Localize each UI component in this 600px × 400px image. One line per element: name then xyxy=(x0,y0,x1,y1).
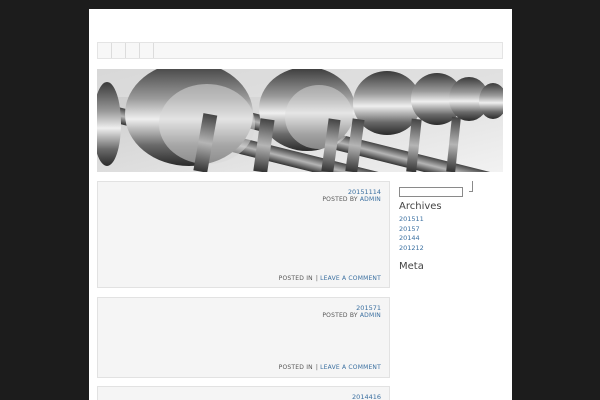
nav-item-2[interactable] xyxy=(112,43,126,58)
nav-item-1[interactable] xyxy=(98,43,112,58)
sidebar: Archives 201511 20157 20144 201212 Meta xyxy=(399,181,503,275)
meta-title: Meta xyxy=(399,261,424,273)
separator: | xyxy=(315,364,319,371)
header-banner-image xyxy=(97,69,503,172)
dumbbells-image xyxy=(97,69,503,172)
archive-link[interactable]: 201212 xyxy=(399,244,424,252)
post-2: 201571 POSTED BY ADMIN POSTED IN | LEAVE A… xyxy=(97,297,390,378)
post-date[interactable]: 2014416 xyxy=(352,393,381,400)
posted-by-label: POSTED BY xyxy=(322,196,358,203)
author-link[interactable]: ADMIN xyxy=(360,312,381,319)
leave-comment-link[interactable]: LEAVE A COMMENT xyxy=(320,275,381,282)
nav-item-4[interactable] xyxy=(140,43,154,58)
post-date[interactable]: 20151114 xyxy=(348,188,381,196)
posted-by-label: POSTED BY xyxy=(322,312,358,319)
post-footer: POSTED IN | LEAVE A COMMENT xyxy=(279,275,381,282)
search-button[interactable] xyxy=(469,181,473,192)
separator: | xyxy=(315,275,319,282)
archive-link[interactable]: 20144 xyxy=(399,234,420,242)
archive-link[interactable]: 20157 xyxy=(399,225,420,233)
post-byline: POSTED BY ADMIN xyxy=(322,196,381,203)
main-nav xyxy=(97,42,503,59)
posted-in-label: POSTED IN xyxy=(278,275,313,282)
archive-item: 201212 xyxy=(399,244,503,254)
archives-title: Archives xyxy=(399,201,442,212)
post-date[interactable]: 201571 xyxy=(356,304,381,312)
search-input[interactable] xyxy=(399,186,463,197)
post-1: 20151114 POSTED BY ADMIN POSTED IN | LEAVE… xyxy=(97,181,390,288)
search-form xyxy=(399,181,503,197)
archive-item: 201511 xyxy=(399,215,503,225)
leave-comment-link[interactable]: LEAVE A COMMENT xyxy=(320,364,381,371)
nav-item-3[interactable] xyxy=(126,43,140,58)
archive-link[interactable]: 201511 xyxy=(399,215,424,223)
post-3: 2014416 xyxy=(97,386,390,400)
post-footer: POSTED IN | LEAVE A COMMENT xyxy=(279,364,381,371)
posted-in-label: POSTED IN xyxy=(278,364,313,371)
archive-item: 20144 xyxy=(399,234,503,244)
page-container: 20151114 POSTED BY ADMIN POSTED IN | LEAVE… xyxy=(89,9,512,400)
archive-item: 20157 xyxy=(399,225,503,235)
post-byline: POSTED BY ADMIN xyxy=(322,312,381,319)
archives-list: 201511 20157 20144 201212 xyxy=(399,215,503,253)
author-link[interactable]: ADMIN xyxy=(360,196,381,203)
